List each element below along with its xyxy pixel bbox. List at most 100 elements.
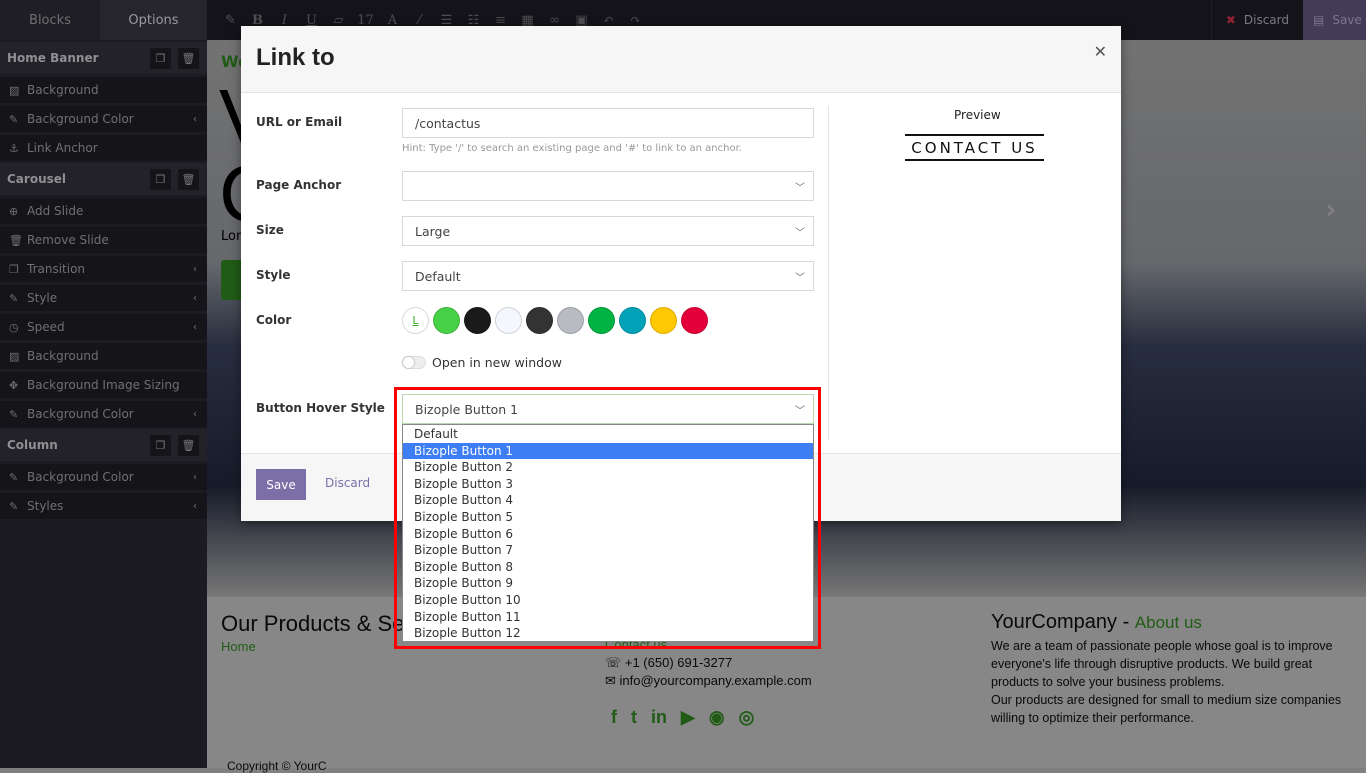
close-icon[interactable]: ✕ xyxy=(1094,42,1107,61)
trash-icon: 🗑 xyxy=(9,233,23,247)
chevron-left-icon: ‹ xyxy=(193,113,197,125)
color-swatch[interactable] xyxy=(464,307,491,334)
size-label: Size xyxy=(256,223,284,237)
floppy-icon: ▤ xyxy=(1313,13,1325,27)
color-swatches: L xyxy=(402,307,708,334)
magic-wand-icon[interactable]: ✎ xyxy=(217,13,244,28)
new-window-toggle[interactable] xyxy=(402,356,426,369)
color-swatch[interactable] xyxy=(588,307,615,334)
chevron-down-icon: ﹀ xyxy=(795,273,805,284)
color-swatch[interactable] xyxy=(526,307,553,334)
option-label: Speed xyxy=(27,320,65,334)
option-style[interactable]: ✎ Style ‹ xyxy=(0,285,207,311)
eyedropper-icon: ✎ xyxy=(9,407,19,421)
options-sidebar: Home Banner ❐ 🗑 ▨ Background ✎ Background Co… xyxy=(0,40,207,768)
color-swatch[interactable] xyxy=(557,307,584,334)
style-select[interactable]: Default ﹀ xyxy=(402,261,814,291)
tab-blocks[interactable]: Blocks xyxy=(0,0,100,40)
style-value: Default xyxy=(415,268,461,284)
option-label: Remove Slide xyxy=(27,233,109,247)
option-background[interactable]: ▨ Background xyxy=(0,77,207,103)
save-button[interactable]: ▤ Save xyxy=(1303,0,1366,40)
section-carousel: Carousel ❐ 🗑 xyxy=(0,163,207,195)
color-swatch[interactable] xyxy=(495,307,522,334)
section-home-banner: Home Banner ❐ 🗑 xyxy=(0,42,207,74)
image-icon: ▨ xyxy=(9,83,20,97)
trash-icon[interactable]: 🗑 xyxy=(178,168,199,190)
preview-label: Preview xyxy=(954,108,1001,122)
chevron-left-icon: ‹ xyxy=(193,408,197,420)
section-title: Carousel xyxy=(7,172,67,186)
option-carousel-background[interactable]: ▨ Background xyxy=(0,343,207,369)
option-label: Background xyxy=(27,349,99,363)
color-swatch[interactable] xyxy=(681,307,708,334)
image-icon: ▨ xyxy=(9,349,20,363)
chevron-left-icon: ‹ xyxy=(193,500,197,512)
tab-options[interactable]: Options xyxy=(100,0,207,40)
save-label: Save xyxy=(1332,13,1362,27)
clone-icon[interactable]: ❐ xyxy=(150,47,171,69)
option-label: Add Slide xyxy=(27,204,84,218)
clone-icon[interactable]: ❐ xyxy=(150,168,171,190)
option-label: Background Color xyxy=(27,407,134,421)
size-select[interactable]: Large ﹀ xyxy=(402,216,814,246)
option-background-image-sizing[interactable]: ✥ Background Image Sizing xyxy=(0,372,207,398)
option-speed[interactable]: ◷ Speed ‹ xyxy=(0,314,207,340)
url-input[interactable]: /contactus xyxy=(402,108,814,138)
color-swatch[interactable] xyxy=(650,307,677,334)
anchor-icon: ⚓ xyxy=(9,141,19,155)
color-swatch[interactable] xyxy=(433,307,460,334)
url-value: /contactus xyxy=(415,115,481,131)
preview-button: CONTACT US xyxy=(905,134,1044,161)
plus-circle-icon: ⊕ xyxy=(9,204,19,218)
color-swatch[interactable]: L xyxy=(402,307,429,334)
clock-icon: ◷ xyxy=(9,320,19,334)
url-label: URL or Email xyxy=(256,115,343,129)
chevron-left-icon: ‹ xyxy=(193,263,197,275)
dialog-header: Link to ✕ xyxy=(241,26,1121,93)
trash-icon[interactable]: 🗑 xyxy=(178,47,199,69)
trash-icon[interactable]: 🗑 xyxy=(178,434,199,456)
clone-icon[interactable]: ❐ xyxy=(150,434,171,456)
eyedropper-icon: ✎ xyxy=(9,112,19,126)
option-label: Style xyxy=(27,291,58,305)
chevron-down-icon: ﹀ xyxy=(795,228,805,239)
option-label: Background Image Sizing xyxy=(27,378,180,392)
chevron-left-icon: ‹ xyxy=(193,292,197,304)
option-link-anchor[interactable]: ⚓ Link Anchor xyxy=(0,135,207,161)
option-remove-slide[interactable]: 🗑 Remove Slide xyxy=(0,227,207,253)
option-label: Background Color xyxy=(27,112,134,126)
discard-button[interactable]: ✖ Discard xyxy=(1210,0,1303,40)
magic-wand-icon: ✎ xyxy=(9,499,19,513)
option-styles[interactable]: ✎ Styles ‹ xyxy=(0,493,207,519)
section-title: Column xyxy=(7,438,58,452)
option-background-color[interactable]: ✎ Background Color ‹ xyxy=(0,106,207,132)
dialog-save-button[interactable]: Save xyxy=(256,469,306,500)
option-label: Background xyxy=(27,83,99,97)
magic-wand-icon: ✎ xyxy=(9,291,19,305)
color-swatch[interactable] xyxy=(619,307,646,334)
close-icon: ✖ xyxy=(1225,13,1236,27)
option-column-background-color[interactable]: ✎ Background Color ‹ xyxy=(0,464,207,490)
option-add-slide[interactable]: ⊕ Add Slide xyxy=(0,198,207,224)
divider xyxy=(828,106,829,440)
hover-style-label: Button Hover Style xyxy=(256,401,385,415)
new-window-label: Open in new window xyxy=(432,355,562,370)
option-carousel-background-color[interactable]: ✎ Background Color ‹ xyxy=(0,401,207,427)
option-label: Transition xyxy=(27,262,86,276)
discard-label: Discard xyxy=(1243,13,1289,27)
url-hint: Hint: Type '/' to search an existing pag… xyxy=(402,143,742,154)
style-label: Style xyxy=(256,268,291,282)
page-anchor-label: Page Anchor xyxy=(256,178,342,192)
size-value: Large xyxy=(415,223,451,239)
dialog-discard-button[interactable]: Discard xyxy=(325,476,370,490)
clone-icon: ❐ xyxy=(9,262,19,276)
option-transition[interactable]: ❐ Transition ‹ xyxy=(0,256,207,282)
page-anchor-select[interactable]: ﹀ xyxy=(402,171,814,201)
highlight-box xyxy=(394,387,821,649)
option-label: Styles xyxy=(27,499,64,513)
color-label: Color xyxy=(256,313,292,327)
option-label: Link Anchor xyxy=(27,141,98,155)
arrows-icon: ✥ xyxy=(9,378,19,392)
section-column: Column ❐ 🗑 xyxy=(0,429,207,461)
